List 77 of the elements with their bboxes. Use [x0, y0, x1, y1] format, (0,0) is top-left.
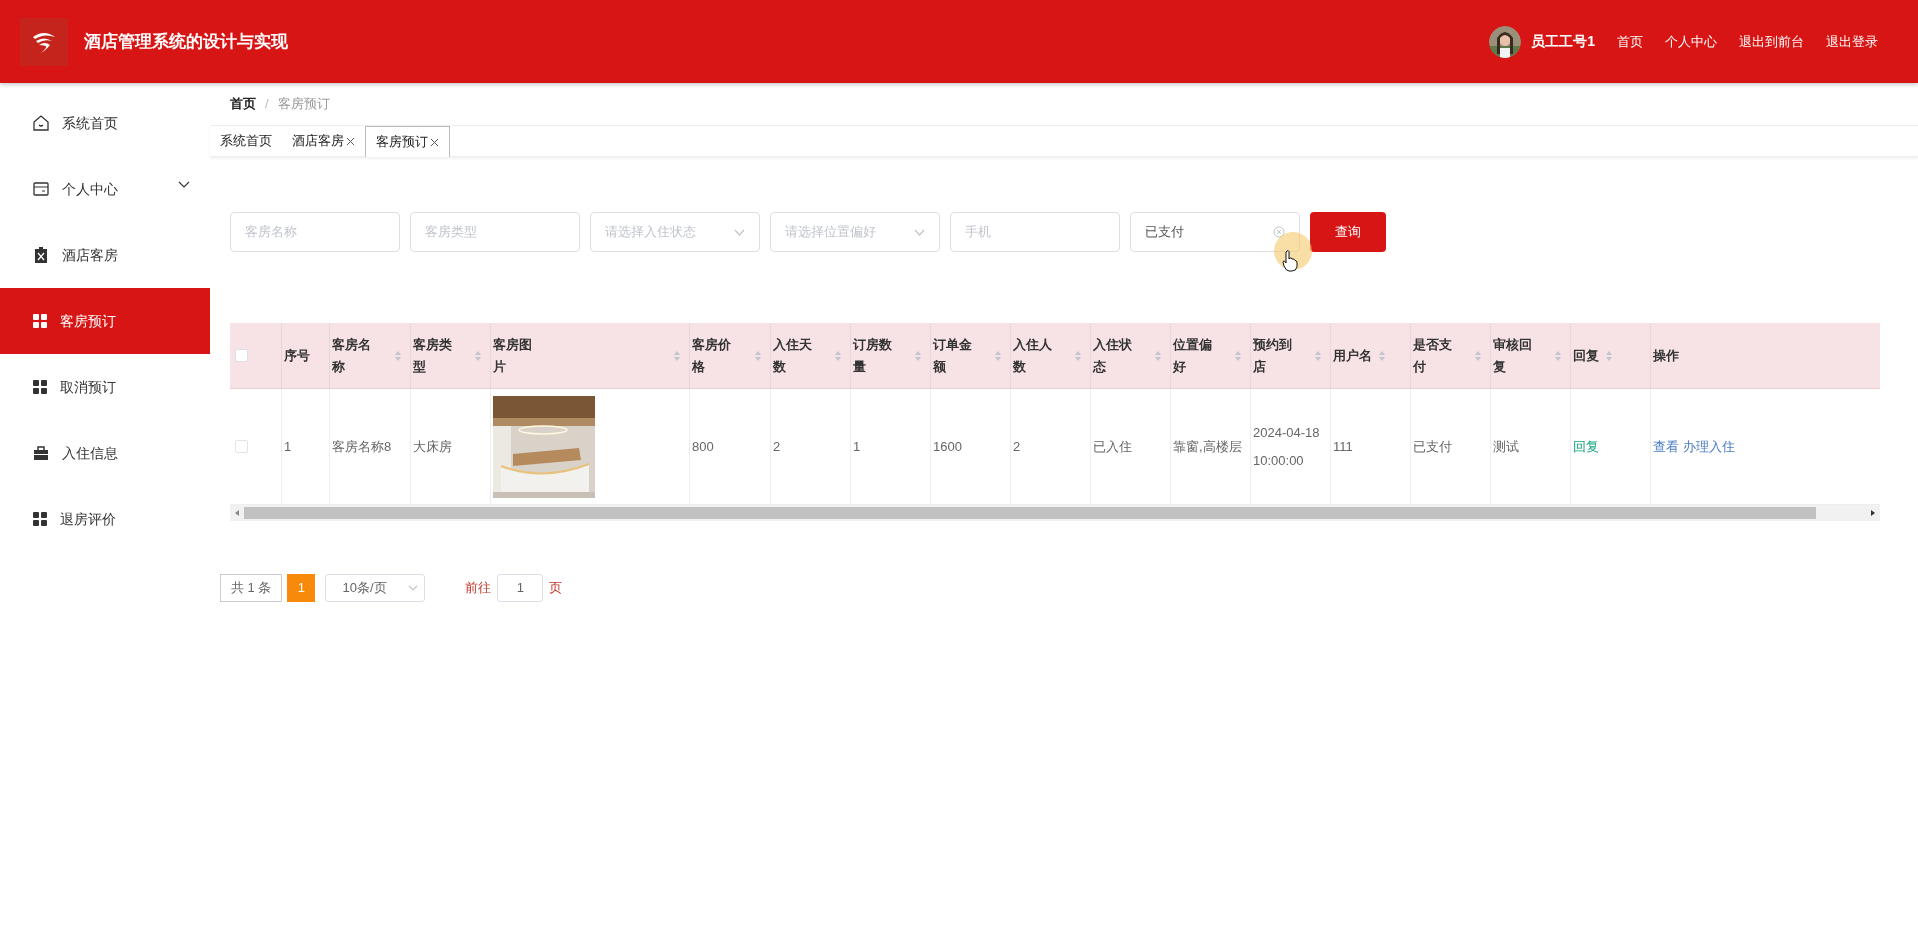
clear-icon — [1273, 226, 1285, 238]
page-input[interactable]: 1 — [497, 574, 544, 602]
briefcase-icon — [32, 444, 50, 462]
checkbox[interactable] — [235, 440, 248, 453]
column-header: 预约到店 — [1253, 335, 1293, 376]
sidebar-item[interactable]: 酒店客房 — [0, 222, 210, 288]
grid-icon — [32, 379, 48, 395]
column-header: 客房类型 — [413, 335, 453, 376]
scrollbar-thumb[interactable] — [244, 507, 1816, 519]
sidebar-item[interactable]: 取消预订 — [0, 354, 210, 420]
column-header: 操作 — [1653, 346, 1679, 365]
horizontal-scrollbar[interactable] — [230, 505, 1880, 521]
card-icon — [32, 180, 50, 198]
table-cell-text: 1 — [284, 437, 292, 456]
table-cell-text: 测试 — [1493, 437, 1519, 456]
breadcrumb-separator: / — [265, 95, 269, 114]
action-link[interactable]: 办理入住 — [1683, 436, 1735, 457]
sidebar-item[interactable]: 入住信息 — [0, 420, 210, 486]
input-field[interactable]: 已支付 — [1130, 212, 1300, 252]
column-header: 订单金额 — [933, 335, 973, 376]
clipboard-icon — [32, 246, 50, 264]
nav-link[interactable]: 退出到前台 — [1739, 31, 1804, 52]
table-cell-text: 已入住 — [1093, 437, 1132, 456]
table-cell-text: 靠窗,高楼层 — [1173, 437, 1242, 456]
checkbox[interactable] — [235, 349, 248, 362]
app-title: 酒店管理系统的设计与实现 — [84, 30, 288, 53]
table-cell-text: 2024-04-18 10:00:00 — [1253, 423, 1321, 470]
column-header: 入住人数 — [1013, 335, 1053, 376]
column-header: 客房名称 — [332, 335, 372, 376]
nav-link[interactable]: 首页 — [1617, 31, 1643, 52]
grid-icon — [32, 511, 48, 527]
table-cell-text: 客房名称8 — [332, 437, 392, 456]
chevron-down-icon — [734, 228, 745, 236]
tab[interactable]: 客房预订 — [365, 126, 450, 157]
table-cell-text: 1 — [853, 437, 861, 456]
column-header: 入住状态 — [1093, 335, 1133, 376]
column-header: 是否支付 — [1413, 335, 1453, 376]
tab[interactable]: 系统首页 — [210, 126, 282, 156]
total-count: 共 1 条 — [220, 574, 283, 602]
search-button[interactable]: 查询 — [1310, 212, 1386, 252]
reply-link[interactable]: 回复 — [1573, 436, 1599, 457]
table-cell-text: 大床房 — [413, 437, 452, 456]
table-cell-text: 2 — [773, 437, 781, 456]
nav-link[interactable]: 退出登录 — [1826, 31, 1878, 52]
column-header: 入住天数 — [773, 335, 813, 376]
grid-icon — [32, 313, 48, 329]
table-cell-text: 800 — [692, 437, 714, 456]
tab[interactable]: 酒店客房 — [282, 126, 365, 156]
user-name: 员工工号1 — [1531, 32, 1595, 51]
column-header: 回复 — [1573, 346, 1599, 365]
home-icon — [32, 114, 50, 132]
table-cell-text: 111 — [1333, 437, 1353, 456]
column-header: 用户名 — [1333, 346, 1372, 365]
sidebar-item[interactable]: 客房预订 — [0, 288, 210, 354]
column-header: 客房图片 — [493, 335, 533, 376]
column-header: 位置偏好 — [1173, 335, 1213, 376]
table-cell-text: 1600 — [933, 437, 962, 456]
cursor-icon — [1282, 250, 1298, 272]
sidebar-item[interactable]: 个人中心 — [0, 156, 210, 222]
page-size-select[interactable]: 10条/页 — [325, 574, 426, 602]
breadcrumb-item: 客房预订 — [277, 95, 330, 114]
column-header: 序号 — [284, 346, 310, 365]
column-header: 订房数量 — [853, 335, 893, 376]
column-header: 审核回复 — [1493, 335, 1533, 376]
goto-label: 前往 — [465, 579, 492, 598]
nav-link[interactable]: 个人中心 — [1665, 31, 1717, 52]
sidebar-item[interactable]: 退房评价 — [0, 486, 210, 552]
column-header: 客房价格 — [692, 335, 732, 376]
sidebar-item[interactable]: 系统首页 — [0, 90, 210, 156]
page-label: 页 — [549, 579, 563, 598]
breadcrumb-item[interactable]: 首页 — [230, 94, 256, 114]
table-cell-text: 已支付 — [1413, 437, 1452, 456]
action-link[interactable]: 查看 — [1653, 436, 1679, 457]
chevron-down-icon — [914, 228, 925, 236]
table-cell-text: 2 — [1013, 437, 1021, 456]
logo-icon — [20, 17, 68, 66]
chevron-down-icon — [408, 585, 419, 591]
